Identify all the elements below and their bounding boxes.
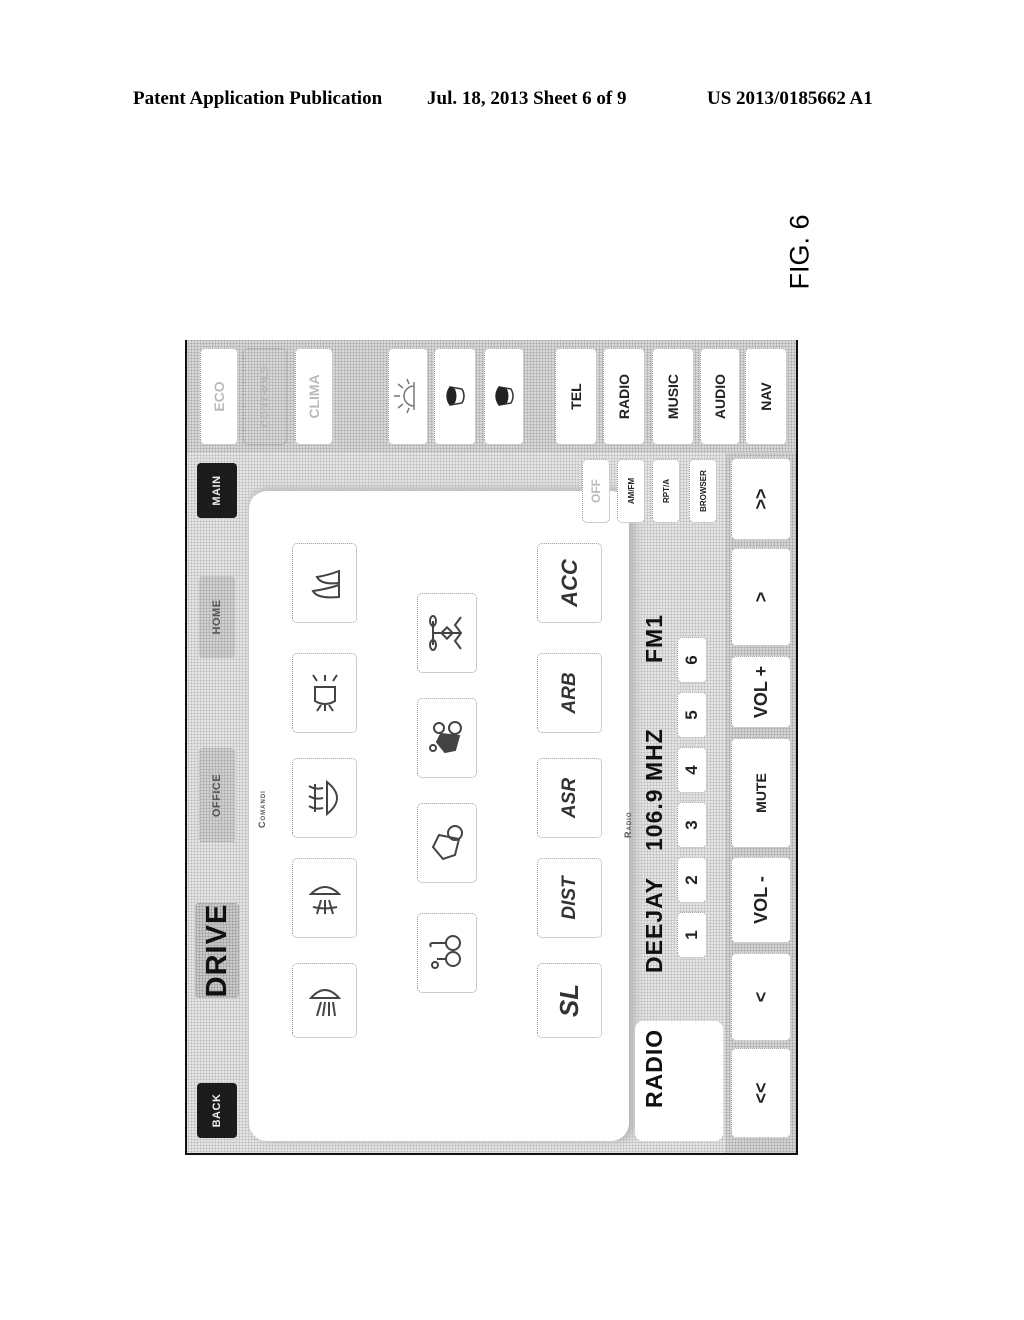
tel-button[interactable]: TEL: [555, 348, 597, 445]
arb-button[interactable]: ARB: [537, 653, 602, 733]
parking-lights-button[interactable]: [292, 653, 357, 733]
low-beam-headlight-icon: [308, 989, 341, 1017]
dist-button[interactable]: DIST: [537, 858, 602, 938]
station-name: DEEJAY: [641, 877, 667, 973]
browser-button[interactable]: BROWSER: [689, 459, 717, 523]
office-button[interactable]: OFFICE: [199, 748, 235, 843]
eco-button[interactable]: ECO: [200, 348, 238, 445]
side-menu: ECO CONTROLS CLIMA TEL RADIO MUSIC AUDIO…: [187, 340, 796, 453]
sl-button[interactable]: SL: [537, 963, 602, 1038]
acc-button[interactable]: ACC: [537, 543, 602, 623]
rear-defrost-icon: [307, 779, 338, 817]
infotainment-screen: BACK DRIVE OFFICE HOME MAIN Comandi SL D…: [185, 340, 798, 1155]
low-beam-button[interactable]: [292, 963, 357, 1038]
sun-brightness-icon: [394, 379, 415, 414]
seat-adjust-icon: [310, 569, 340, 599]
hill-descent-icon: [431, 825, 463, 861]
asr-button[interactable]: ASR: [537, 758, 602, 838]
mute-button[interactable]: MUTE: [731, 738, 791, 848]
back-button[interactable]: BACK: [197, 1083, 237, 1138]
rear-defrost-button[interactable]: [292, 758, 357, 838]
volume-up-button[interactable]: VOL +: [731, 656, 791, 728]
page-title-drive: DRIVE: [195, 903, 239, 998]
drivetrain-icon: [429, 615, 463, 651]
preset-5[interactable]: 5: [677, 692, 707, 738]
seat-heater-right-icon: [495, 386, 514, 407]
seat-heater-right-button[interactable]: [484, 348, 524, 445]
seek-forward-fast-button[interactable]: >>: [731, 458, 791, 540]
main-button[interactable]: MAIN: [197, 463, 237, 518]
section-label: Comandi: [257, 790, 267, 828]
rpt-a-button[interactable]: RPT/A: [652, 459, 680, 523]
hill-descent-button[interactable]: [417, 803, 477, 883]
fog-light-button[interactable]: [292, 858, 357, 938]
publication-number: US 2013/0185662 A1: [707, 88, 873, 109]
am-fm-button[interactable]: AM/FM: [617, 459, 645, 523]
publication-title: Patent Application Publication: [133, 88, 383, 109]
radio-source: RADIO: [641, 1028, 667, 1108]
figure-label-text: FIG. 6: [784, 214, 815, 290]
parking-lights-icon: [311, 674, 338, 712]
figure-label: FIG. 6: [760, 212, 840, 292]
band: FM1: [641, 614, 667, 663]
frequency: 106.9 MHZ: [641, 728, 667, 851]
off-button[interactable]: OFF: [582, 459, 610, 523]
driver-assist-button[interactable]: [417, 913, 477, 993]
traction-mode-icon: [429, 721, 462, 754]
preset-4[interactable]: 4: [677, 747, 707, 793]
traction-mode-button[interactable]: [417, 698, 477, 778]
radio-section-label: Radio: [623, 811, 633, 839]
brightness-button[interactable]: [388, 348, 428, 445]
radio-info: RADIO DEEJAY 106.9 MHZ FM1 1 2 3 4 5 6: [635, 481, 723, 1141]
publication-date-sheet: Jul. 18, 2013 Sheet 6 of 9: [427, 88, 627, 109]
audio-button[interactable]: AUDIO: [700, 348, 740, 445]
driver-assist-icon: [429, 935, 461, 969]
seat-heater-left-button[interactable]: [434, 348, 476, 445]
media-control-bar: << < VOL - MUTE VOL + > >>: [725, 453, 796, 1153]
preset-6[interactable]: 6: [677, 637, 707, 683]
seek-forward-button[interactable]: >: [731, 548, 791, 646]
seat-button[interactable]: [292, 543, 357, 623]
drivetrain-button[interactable]: [417, 593, 477, 673]
music-button[interactable]: MUSIC: [652, 348, 694, 445]
controls-button[interactable]: CONTROLS: [243, 348, 287, 445]
volume-down-button[interactable]: VOL -: [731, 857, 791, 943]
preset-3[interactable]: 3: [677, 802, 707, 848]
seek-back-fast-button[interactable]: <<: [731, 1048, 791, 1138]
clima-button[interactable]: CLIMA: [295, 348, 333, 445]
seek-back-button[interactable]: <: [731, 953, 791, 1041]
radio-button[interactable]: RADIO: [603, 348, 645, 445]
home-button[interactable]: HOME: [199, 576, 235, 658]
front-fog-light-icon: [308, 886, 341, 915]
nav-button[interactable]: NAV: [745, 348, 787, 445]
seat-heater-left-icon: [446, 386, 465, 407]
preset-1[interactable]: 1: [677, 912, 707, 958]
preset-2[interactable]: 2: [677, 857, 707, 903]
